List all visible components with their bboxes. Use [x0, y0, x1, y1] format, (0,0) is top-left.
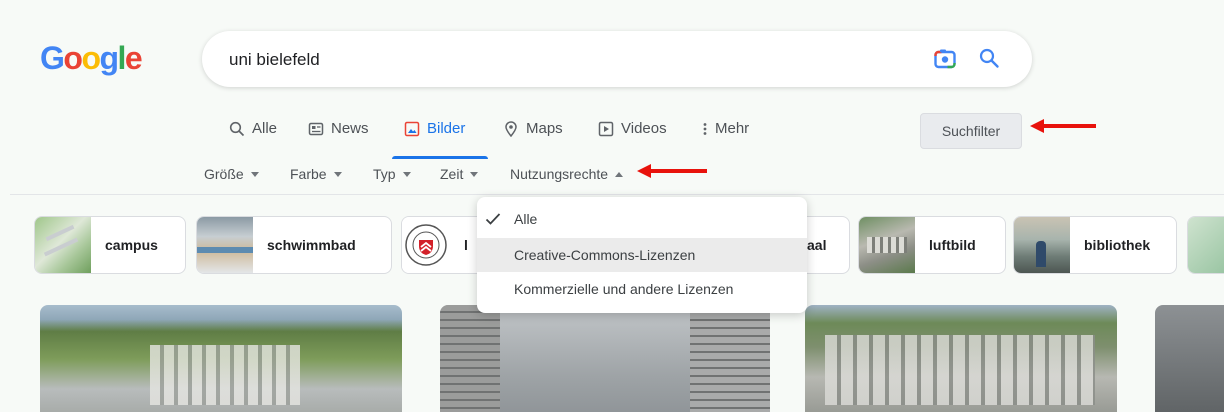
- active-tab-indicator: [392, 156, 488, 159]
- chip-thumbnail: [35, 217, 91, 273]
- university-seal-icon: [405, 224, 447, 266]
- menu-item-alle[interactable]: Alle: [477, 202, 807, 236]
- search-box[interactable]: uni bielefeld: [202, 31, 1032, 87]
- chip-label: luftbild: [929, 237, 976, 253]
- filter-typ[interactable]: Typ: [373, 166, 411, 182]
- related-chip-bibliothek[interactable]: bibliothek: [1013, 216, 1177, 274]
- chip-thumbnail: [859, 217, 915, 273]
- tab-maps[interactable]: Maps: [503, 120, 563, 160]
- filter-label: Größe: [204, 166, 244, 182]
- image-icon: [404, 120, 420, 141]
- more-vert-icon: [702, 120, 708, 141]
- menu-item-label: Alle: [514, 211, 538, 227]
- map-pin-icon: [503, 120, 519, 141]
- logo-letter: g: [99, 40, 119, 76]
- search-icon[interactable]: [978, 47, 1000, 74]
- chip-label: l: [464, 237, 468, 253]
- tab-news[interactable]: News: [308, 120, 369, 160]
- menu-item-creative-commons[interactable]: Creative-Commons-Lizenzen: [477, 238, 807, 272]
- search-tabs: Alle News Bilder Maps Videos Mehr: [0, 120, 900, 160]
- chip-thumbnail: [1014, 217, 1070, 273]
- search-icon: [229, 120, 245, 141]
- annotation-arrow: [637, 164, 707, 178]
- filter-farbe[interactable]: Farbe: [290, 166, 342, 182]
- tab-mehr[interactable]: Mehr: [702, 120, 749, 160]
- checkmark-icon: [485, 212, 501, 229]
- chip-label: bibliothek: [1084, 237, 1151, 253]
- related-chip-campus[interactable]: campus: [34, 216, 186, 274]
- suchfilter-button[interactable]: Suchfilter: [920, 113, 1022, 149]
- logo-letter: e: [124, 40, 143, 76]
- filter-label: Nutzungsrechte: [510, 166, 609, 182]
- logo-letter: o: [81, 40, 101, 76]
- chip-label: aal: [807, 237, 827, 253]
- chip-label: schwimmbad: [267, 237, 356, 253]
- related-chip-logo[interactable]: l: [401, 216, 485, 274]
- image-result[interactable]: [40, 305, 402, 412]
- filter-groesse[interactable]: Größe: [204, 166, 259, 182]
- caret-down-icon: [333, 172, 342, 177]
- related-chip-luftbild[interactable]: luftbild: [858, 216, 1006, 274]
- chip-thumbnail: [402, 217, 458, 273]
- filter-label: Farbe: [290, 166, 327, 182]
- tab-label: Alle: [252, 120, 278, 137]
- google-logo[interactable]: Google: [40, 40, 143, 77]
- tab-label: Mehr: [715, 120, 750, 137]
- google-lens-icon[interactable]: [934, 48, 956, 75]
- logo-letter: G: [40, 40, 65, 76]
- image-result[interactable]: [805, 305, 1117, 412]
- logo-letter: o: [63, 40, 83, 76]
- play-icon: [598, 120, 614, 141]
- filter-label: Typ: [373, 166, 396, 182]
- annotation-arrow: [1030, 119, 1096, 133]
- news-icon: [308, 120, 324, 141]
- search-input[interactable]: uni bielefeld: [229, 50, 320, 70]
- tab-videos[interactable]: Videos: [598, 120, 667, 160]
- tab-bilder[interactable]: Bilder: [404, 120, 465, 160]
- related-chip-more[interactable]: [1187, 216, 1224, 274]
- filter-label: Zeit: [440, 166, 464, 182]
- tab-label: Maps: [526, 120, 563, 137]
- image-result[interactable]: [440, 305, 770, 412]
- related-chip-schwimmbad[interactable]: schwimmbad: [196, 216, 392, 274]
- tab-alle[interactable]: Alle: [229, 120, 277, 160]
- caret-down-icon: [250, 172, 259, 177]
- caret-up-icon: [615, 172, 624, 177]
- chip-thumbnail: [197, 217, 253, 273]
- tab-label: Bilder: [427, 120, 466, 137]
- usage-rights-menu: Alle Creative-Commons-Lizenzen Kommerzie…: [477, 197, 807, 313]
- tab-label: Videos: [621, 120, 667, 137]
- caret-down-icon: [470, 172, 479, 177]
- filter-nutzungsrechte[interactable]: Nutzungsrechte: [510, 166, 624, 182]
- logo-letter: l: [117, 40, 127, 76]
- tab-label: News: [331, 120, 369, 137]
- image-result[interactable]: [1155, 305, 1224, 412]
- chip-label: campus: [105, 237, 158, 253]
- caret-down-icon: [402, 172, 411, 177]
- chip-thumbnail: [1188, 217, 1224, 273]
- menu-item-label: Creative-Commons-Lizenzen: [514, 247, 696, 263]
- filter-zeit[interactable]: Zeit: [440, 166, 479, 182]
- menu-item-kommerziell[interactable]: Kommerzielle und andere Lizenzen: [477, 272, 807, 306]
- menu-item-label: Kommerzielle und andere Lizenzen: [514, 281, 734, 297]
- header-divider: [10, 194, 1224, 195]
